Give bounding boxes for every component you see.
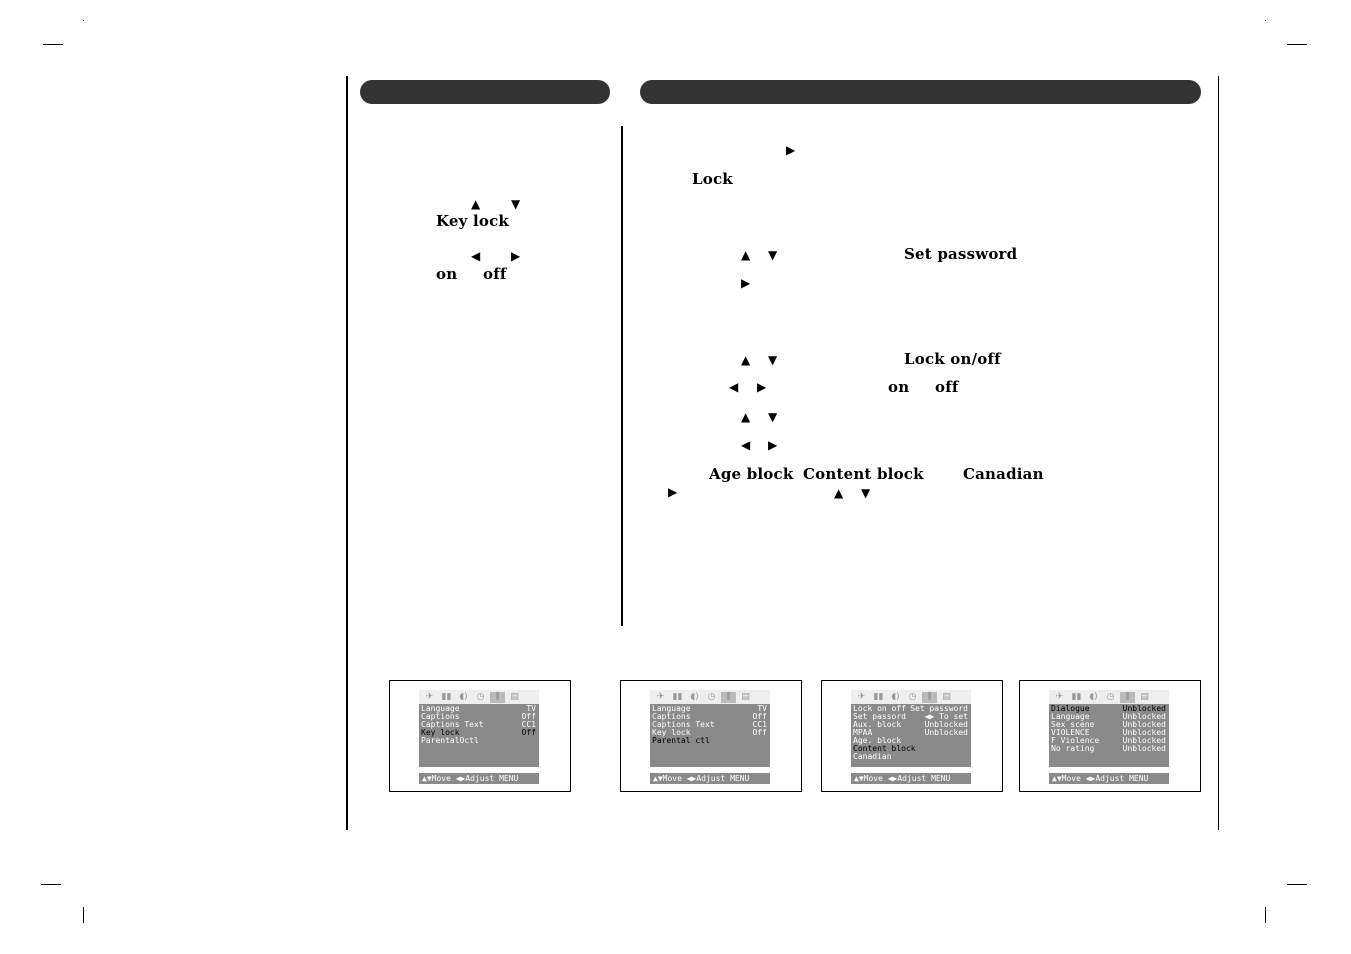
osd-row-value: Unblocked: [924, 728, 968, 737]
special-icon: ⫼: [490, 691, 505, 703]
picture-icon: ▮▮: [1071, 691, 1082, 702]
lock-onoff-label: Lock on/off: [904, 350, 1001, 368]
special-icon: ⫼: [1120, 691, 1135, 703]
column-divider: [621, 126, 623, 626]
osd-row-label: No rating: [1051, 744, 1095, 753]
osd-menu-body: Dialogue Unblocked Language Unblocked Sex sc…: [1049, 704, 1169, 767]
down-arrow-icon: ▼: [768, 353, 778, 367]
page-right-border: [1218, 76, 1219, 830]
off-label: off: [483, 265, 507, 283]
lock-label: Lock: [692, 170, 733, 188]
up-arrow-icon: ▲: [741, 353, 751, 367]
special-icon: ⫼: [721, 691, 736, 703]
up-arrow-icon: ▲: [471, 197, 481, 211]
picture-icon: ▮▮: [873, 691, 884, 702]
content-block-label: Content block: [803, 465, 924, 483]
up-arrow-icon: ▲: [834, 486, 844, 500]
on-label: on: [888, 378, 910, 396]
clock-icon: ◷: [707, 691, 716, 702]
right-arrow-icon: ▶: [741, 276, 751, 290]
osd-menu: ✈ ▮▮ ◖) ◷ ⫼ ▤ Lock on off Set password Set passo…: [851, 690, 971, 784]
osd-footer-hint: ▲▼Move ◀▶Adjust MENU: [851, 773, 971, 784]
osd-screenshot-3: ✈ ▮▮ ◖) ◷ ⫼ ▤ Lock on off Set password Set passo…: [821, 680, 1003, 792]
osd-screenshot-1: ✈ ▮▮ ◖) ◷ ⫼ ▤ Language TV Captions Off Captions Te…: [389, 680, 571, 792]
osd-footer-hint: ▲▼Move ◀▶Adjust MENU: [419, 773, 539, 784]
osd-menu-body: Lock on off Set password Set passord ◀▶ To …: [851, 704, 971, 767]
osd-menu-row: Parental ctl: [650, 737, 770, 745]
osd-row-label: ParentalOctl: [421, 736, 479, 745]
satellite-icon: ✈: [857, 691, 866, 702]
up-arrow-icon: ▲: [741, 410, 751, 424]
down-arrow-icon: ▼: [768, 410, 778, 424]
page-left-border: [346, 76, 348, 830]
off-label: off: [935, 378, 959, 396]
sound-icon: ◖): [891, 691, 900, 702]
down-arrow-icon: ▼: [861, 486, 871, 500]
satellite-icon: ✈: [425, 691, 434, 702]
osd-row-label: Parental ctl: [652, 736, 710, 745]
clock-icon: ◷: [476, 691, 485, 702]
crop-mark: [1287, 884, 1307, 885]
screen-icon: ▤: [942, 691, 951, 702]
picture-icon: ▮▮: [672, 691, 683, 702]
crop-mark: [43, 44, 63, 45]
satellite-icon: ✈: [1055, 691, 1064, 702]
screen-icon: ▤: [741, 691, 750, 702]
osd-row-value: Unblocked: [1122, 744, 1166, 753]
on-label: on: [436, 265, 458, 283]
osd-menu: ✈ ▮▮ ◖) ◷ ⫼ ▤ Language TV Captions Off Captions Te…: [650, 690, 770, 784]
up-arrow-icon: ▲: [741, 248, 751, 262]
clock-icon: ◷: [908, 691, 917, 702]
osd-menu-row: No rating Unblocked: [1049, 745, 1169, 753]
osd-row-label: Canadian: [853, 752, 892, 761]
set-password-label: Set password: [904, 245, 1018, 263]
osd-icon-bar: ✈ ▮▮ ◖) ◷ ⫼ ▤: [851, 690, 971, 704]
right-arrow-icon: ▶: [786, 143, 796, 157]
right-section-header: [640, 80, 1201, 104]
key-lock-label: Key lock: [436, 212, 510, 230]
osd-row-value: Off: [752, 728, 767, 737]
right-arrow-icon: ▶: [511, 249, 521, 263]
crop-mark: [1287, 44, 1307, 45]
clock-icon: ◷: [1106, 691, 1115, 702]
crop-dot: [83, 20, 84, 21]
osd-menu: ✈ ▮▮ ◖) ◷ ⫼ ▤ Dialogue Unblocked Language Unblock…: [1049, 690, 1169, 784]
osd-screenshot-2: ✈ ▮▮ ◖) ◷ ⫼ ▤ Language TV Captions Off Captions Te…: [620, 680, 802, 792]
osd-icon-bar: ✈ ▮▮ ◖) ◷ ⫼ ▤: [1049, 690, 1169, 704]
satellite-icon: ✈: [656, 691, 665, 702]
osd-menu-body: Language TV Captions Off Captions Text CC1 Key…: [419, 704, 539, 767]
left-arrow-icon: ◀: [729, 380, 739, 394]
osd-footer-hint: ▲▼Move ◀▶Adjust MENU: [650, 773, 770, 784]
screen-icon: ▤: [510, 691, 519, 702]
crop-mark: [83, 907, 84, 923]
sound-icon: ◖): [1089, 691, 1098, 702]
osd-icon-bar: ✈ ▮▮ ◖) ◷ ⫼ ▤: [419, 690, 539, 704]
crop-mark: [1265, 907, 1266, 923]
right-arrow-icon: ▶: [668, 485, 678, 499]
crop-mark: [41, 884, 61, 885]
osd-menu-body: Language TV Captions Off Captions Text CC1 Key…: [650, 704, 770, 767]
down-arrow-icon: ▼: [511, 197, 521, 211]
down-arrow-icon: ▼: [768, 248, 778, 262]
osd-menu: ✈ ▮▮ ◖) ◷ ⫼ ▤ Language TV Captions Off Captions Te…: [419, 690, 539, 784]
left-section-header: [360, 80, 610, 104]
osd-row-value: Off: [521, 728, 536, 737]
crop-dot: [1265, 20, 1266, 21]
canadian-label: Canadian: [963, 465, 1044, 483]
right-arrow-icon: ▶: [757, 380, 767, 394]
sound-icon: ◖): [690, 691, 699, 702]
right-arrow-icon: ▶: [768, 438, 778, 452]
osd-screenshot-4: ✈ ▮▮ ◖) ◷ ⫼ ▤ Dialogue Unblocked Language Unblock…: [1019, 680, 1201, 792]
osd-icon-bar: ✈ ▮▮ ◖) ◷ ⫼ ▤: [650, 690, 770, 704]
special-icon: ⫼: [922, 691, 937, 703]
screen-icon: ▤: [1140, 691, 1149, 702]
left-arrow-icon: ◀: [471, 249, 481, 263]
osd-footer-hint: ▲▼Move ◀▶Adjust MENU: [1049, 773, 1169, 784]
age-block-label: Age block: [709, 465, 794, 483]
osd-menu-row: Canadian: [851, 753, 971, 761]
sound-icon: ◖): [459, 691, 468, 702]
picture-icon: ▮▮: [441, 691, 452, 702]
left-arrow-icon: ◀: [741, 438, 751, 452]
osd-menu-row: ParentalOctl: [419, 737, 539, 745]
